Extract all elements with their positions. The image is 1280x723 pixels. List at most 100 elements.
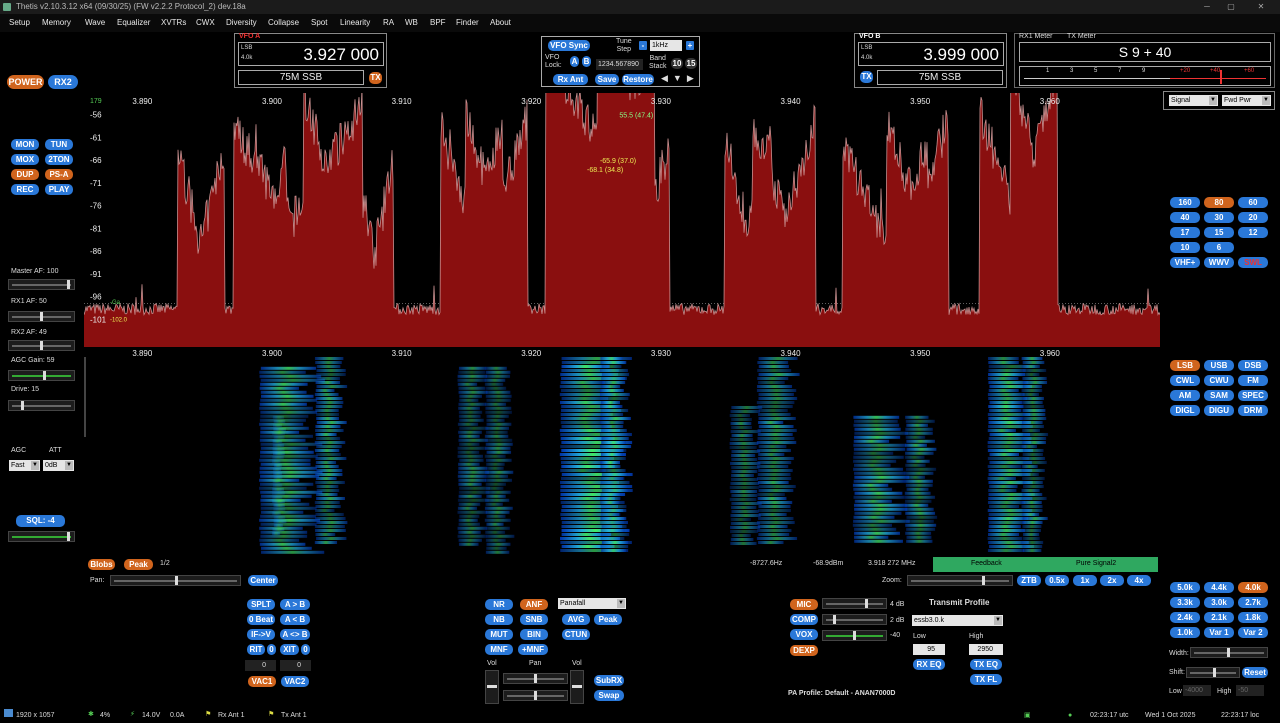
subrx-vol-slider[interactable] [485, 670, 499, 704]
swap-ab-button[interactable]: A <> B [280, 629, 310, 640]
modes-fm-button[interactable]: FM [1238, 375, 1268, 386]
filters-2-4k-button[interactable]: 2.4k [1170, 612, 1200, 623]
power-button[interactable]: POWER [7, 75, 44, 89]
rit-value-input[interactable]: 0 [245, 660, 276, 671]
bands-wwv-button[interactable]: WWV [1204, 257, 1234, 268]
frequency-entry[interactable]: 1234.567890 [596, 59, 643, 70]
subrx-pan2-slider[interactable] [503, 690, 568, 701]
zoom-slider[interactable] [907, 575, 1013, 586]
vox-slider[interactable] [822, 630, 887, 641]
vfo-b-display[interactable]: LSB 4.0k 3.999 000 [858, 42, 1004, 66]
peak-button[interactable]: Peak [594, 614, 622, 625]
filters-3-0k-button[interactable]: 3.0k [1204, 597, 1234, 608]
sql-slider[interactable] [8, 531, 75, 542]
filters-1-8k-button[interactable]: 1.8k [1238, 612, 1268, 623]
transmit-profile-select[interactable]: essb3.0.k ▼ [912, 615, 1003, 626]
mic-button[interactable]: MIC [790, 599, 818, 610]
rx-meter-select[interactable]: Signal ▼ [1169, 95, 1218, 106]
sql-button[interactable]: SQL: -4 [16, 515, 65, 527]
panadapter-display[interactable]: 179 3.890 3.900 3.910 3.920 3.930 3.940 3.950 3.… [84, 93, 1160, 359]
menu-memory[interactable]: Memory [42, 18, 71, 27]
anf-button[interactable]: ANF [520, 599, 548, 610]
band-stack-10-button[interactable]: 10 [671, 58, 683, 69]
minimize-icon[interactable]: ─ [1196, 0, 1218, 14]
rx1-af-slider[interactable] [8, 311, 75, 322]
filters-1-0k-button[interactable]: 1.0k [1170, 627, 1200, 638]
modes-spec-button[interactable]: SPEC [1238, 390, 1268, 401]
bands-swl-button[interactable]: SWL [1238, 257, 1268, 268]
filters-var-1-button[interactable]: Var 1 [1204, 627, 1234, 638]
center-button[interactable]: Center [248, 575, 278, 586]
xit-button[interactable]: XIT [280, 644, 299, 655]
filters-2-7k-button[interactable]: 2.7k [1238, 597, 1268, 608]
rx-eq-button[interactable]: RX EQ [913, 659, 945, 670]
maximize-icon[interactable]: ▢ [1220, 0, 1242, 14]
subrx-vol2-slider[interactable] [570, 670, 584, 704]
xit-value-input[interactable]: 0 [280, 660, 311, 671]
rit-clear-button[interactable]: 0 [267, 644, 276, 655]
bands-15-button[interactable]: 15 [1204, 227, 1234, 238]
xit-clear-button[interactable]: 0 [301, 644, 310, 655]
menu-bpf[interactable]: BPF [430, 18, 446, 27]
dexp-button[interactable]: DEXP [790, 645, 818, 656]
vfo-b-tx-button[interactable]: TX [860, 71, 873, 83]
comp-button[interactable]: COMP [790, 614, 818, 625]
modes-cwu-button[interactable]: CWU [1204, 375, 1234, 386]
tx-eq-button[interactable]: TX EQ [970, 659, 1002, 670]
rec-button[interactable]: REC [11, 184, 39, 195]
menu-wave[interactable]: Wave [85, 18, 105, 27]
close-icon[interactable]: ✕ [1250, 0, 1272, 14]
b-to-a-button[interactable]: A < B [280, 614, 310, 625]
menu-finder[interactable]: Finder [456, 18, 479, 27]
bands-10-button[interactable]: 10 [1170, 242, 1200, 253]
menu-collapse[interactable]: Collapse [268, 18, 299, 27]
snb-button[interactable]: SNB [520, 614, 548, 625]
vfo-b-frequency[interactable]: 3.999 000 [923, 45, 999, 65]
vfo-a-frequency[interactable]: 3.927 000 [303, 45, 379, 65]
comp-slider[interactable] [822, 614, 887, 625]
display-mode-select[interactable]: Panafall ▼ [558, 598, 626, 609]
a-to-b-button[interactable]: A > B [280, 599, 310, 610]
bands-40-button[interactable]: 40 [1170, 212, 1200, 223]
tune-step-select[interactable]: 1kHz [650, 40, 682, 51]
blobs-button[interactable]: Blobs [88, 559, 115, 570]
menu-equalizer[interactable]: Equalizer [117, 18, 150, 27]
tx-filter-button[interactable]: TX FL [970, 674, 1002, 685]
filters-3-3k-button[interactable]: 3.3k [1170, 597, 1200, 608]
menu-ra[interactable]: RA [383, 18, 394, 27]
2ton-button[interactable]: 2TON [45, 154, 73, 165]
vfo-a-tx-button[interactable]: TX [369, 72, 382, 84]
drive-slider[interactable] [8, 400, 75, 411]
plus-mnf-button[interactable]: +MNF [518, 644, 548, 655]
modes-digl-button[interactable]: DIGL [1170, 405, 1200, 416]
bands-12-button[interactable]: 12 [1238, 227, 1268, 238]
vac1-button[interactable]: VAC1 [248, 676, 276, 687]
modes-sam-button[interactable]: SAM [1204, 390, 1234, 401]
tun-button[interactable]: TUN [45, 139, 73, 150]
vfo-sync-button[interactable]: VFO Sync [548, 40, 590, 51]
ps-a-button[interactable]: PS-A [45, 169, 73, 180]
vfo-a-display[interactable]: LSB 4.0k 3.927 000 [238, 42, 384, 66]
play-button[interactable]: PLAY [45, 184, 73, 195]
filter-low-input[interactable]: -4000 [1183, 685, 1211, 696]
modes-am-button[interactable]: AM [1170, 390, 1200, 401]
waterfall-display[interactable] [84, 357, 1160, 557]
zoom-4x-button[interactable]: 4x [1127, 575, 1151, 586]
bands-6-button[interactable]: 6 [1204, 242, 1234, 253]
rx2-af-slider[interactable] [8, 340, 75, 351]
dup-button[interactable]: DUP [11, 169, 39, 180]
vac2-button[interactable]: VAC2 [281, 676, 309, 687]
filters-4-4k-button[interactable]: 4.4k [1204, 582, 1234, 593]
mut-button[interactable]: MUT [485, 629, 513, 640]
peak-display-button[interactable]: Peak [124, 559, 153, 570]
bands-20-button[interactable]: 20 [1238, 212, 1268, 223]
bands-60-button[interactable]: 60 [1238, 197, 1268, 208]
bands-80-button[interactable]: 80 [1204, 197, 1234, 208]
menu-spot[interactable]: Spot [311, 18, 327, 27]
bands-30-button[interactable]: 30 [1204, 212, 1234, 223]
filters-2-1k-button[interactable]: 2.1k [1204, 612, 1234, 623]
zoom-1x-button[interactable]: 1x [1073, 575, 1097, 586]
band-stack-15-button[interactable]: 15 [685, 58, 697, 69]
step-down-button[interactable]: - [639, 41, 647, 50]
menu-xvtrs[interactable]: XVTRs [161, 18, 186, 27]
